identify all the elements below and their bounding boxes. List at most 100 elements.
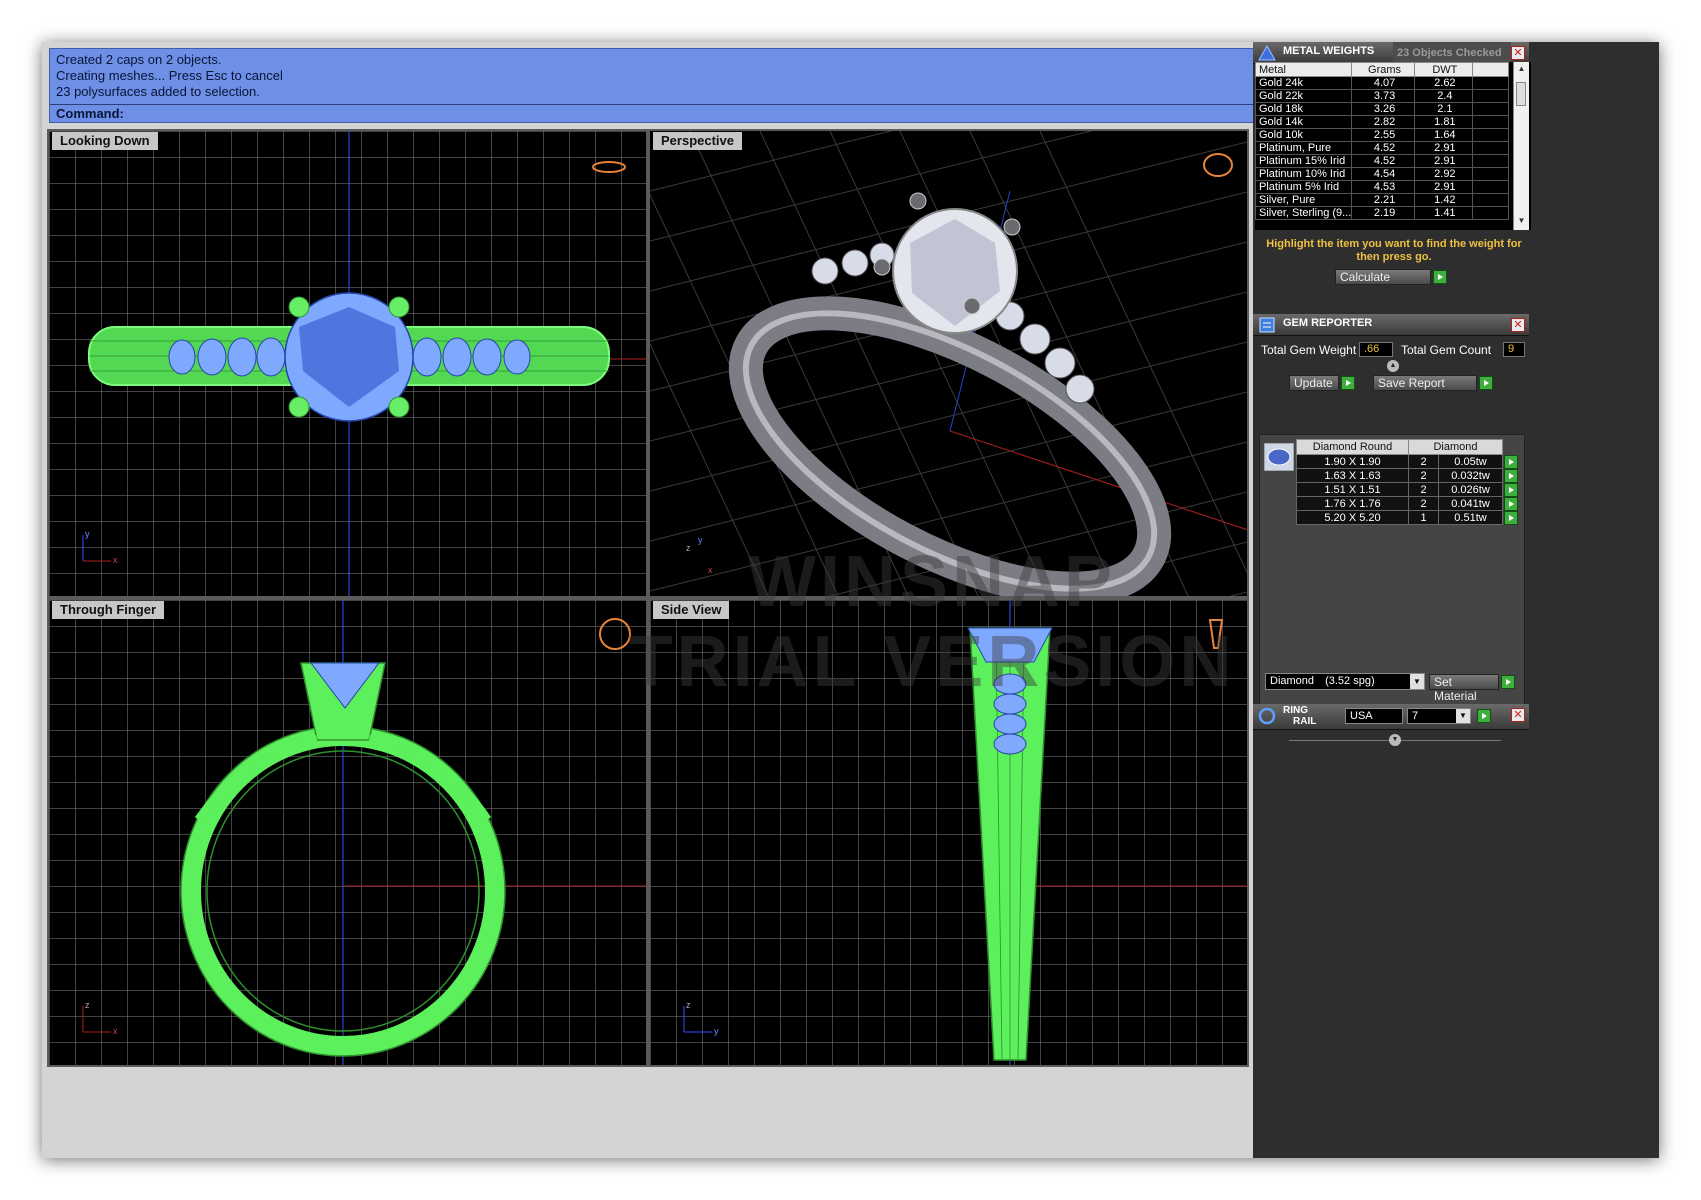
gem-size-cell: 5.20 X 5.20	[1296, 510, 1409, 525]
column-header-spacer	[1503, 440, 1519, 455]
axis-label: z	[686, 1000, 691, 1010]
region-value: USA	[1350, 710, 1373, 722]
grams-cell: 2.55	[1351, 128, 1415, 142]
gem-row-go-button[interactable]	[1504, 454, 1518, 469]
command-label: Command:	[56, 106, 124, 121]
scroll-thumb[interactable]	[1516, 82, 1526, 106]
panel-title: RING RAIL	[1283, 705, 1316, 727]
gem-row[interactable]: 1.51 X 1.51 2 0.026tw	[1296, 482, 1519, 497]
update-go-button[interactable]	[1341, 376, 1355, 390]
viewport-title: Side View	[653, 601, 730, 619]
save-report-go-button[interactable]	[1479, 376, 1493, 390]
gem-row[interactable]: 1.63 X 1.63 2 0.032tw	[1296, 468, 1519, 483]
command-area: Created 2 caps on 2 objects. Creating me…	[49, 48, 1410, 123]
scroll-down-icon[interactable]: ▼	[1514, 216, 1529, 225]
empty-cell	[1471, 115, 1510, 129]
application-window: Created 2 caps on 2 objects. Creating me…	[42, 42, 1659, 1158]
history-line: 23 polysurfaces added to selection.	[56, 84, 260, 99]
size-select[interactable]: 7 ▼	[1407, 708, 1471, 724]
gem-report-icon	[1259, 317, 1275, 333]
set-material-button[interactable]: Set Material	[1429, 674, 1499, 703]
gem-count-cell: 1	[1408, 510, 1439, 525]
gem-go-cell	[1503, 468, 1519, 483]
close-icon[interactable]: ✕	[1511, 708, 1525, 722]
collapse-icon[interactable]: ▲	[1387, 360, 1399, 372]
axis-label: y	[714, 1026, 719, 1036]
metal-weights-table-box: Metal Grams DWT Gold 24k 4.07 2.62 Gold 22…	[1255, 62, 1531, 230]
viewport-through-finger[interactable]: Through Finger z x	[47, 598, 648, 1067]
calculate-go-button[interactable]	[1433, 270, 1447, 284]
grams-cell: 2.82	[1351, 115, 1415, 129]
gem-weight-cell: 0.041tw	[1438, 496, 1503, 511]
dwt-cell: 1.42	[1413, 193, 1473, 207]
grams-cell: 4.07	[1351, 76, 1415, 90]
gem-row[interactable]: 5.20 X 5.20 1 0.51tw	[1296, 510, 1519, 525]
axis-label: z	[85, 1000, 90, 1010]
table-row[interactable]: Silver, Sterling (9... 2.19 1.41	[1255, 206, 1510, 220]
grams-cell: 4.53	[1351, 180, 1415, 194]
command-history: Created 2 caps on 2 objects. Creating me…	[56, 52, 1376, 100]
close-icon[interactable]: ✕	[1511, 318, 1525, 332]
axis-label: x	[708, 565, 713, 575]
chevron-down-icon[interactable]: ▼	[1410, 674, 1424, 689]
region-select[interactable]: USA	[1345, 708, 1403, 724]
ring-rail-title-line2: RAIL	[1293, 716, 1317, 727]
gem-row[interactable]: 1.76 X 1.76 2 0.041tw	[1296, 496, 1519, 511]
table-row[interactable]: Silver, Pure 2.21 1.42	[1255, 193, 1510, 207]
viewport-side-view[interactable]: Side View z y	[648, 598, 1249, 1067]
save-report-button[interactable]: Save Report	[1373, 375, 1477, 391]
axis-label: z	[686, 543, 691, 553]
empty-cell	[1471, 89, 1510, 103]
expand-icon[interactable]: ▼	[1389, 734, 1401, 746]
table-row[interactable]: Platinum 15% Irid 4.52 2.91	[1255, 154, 1510, 168]
material-select[interactable]: Diamond (3.52 spg) ▼	[1265, 673, 1425, 690]
viewport-perspective[interactable]: Perspective z y x	[648, 129, 1249, 598]
gem-weight-cell: 0.51tw	[1438, 510, 1503, 525]
total-gem-weight-label: Total Gem Weight	[1261, 343, 1357, 357]
metal-cell: Platinum 10% Irid	[1255, 167, 1353, 181]
dwt-cell: 2.91	[1413, 141, 1473, 155]
metal-weights-scrollbar[interactable]: ▲ ▼	[1513, 62, 1529, 230]
gem-reporter-header: GEM REPORTER ✕	[1253, 314, 1529, 336]
table-row[interactable]: Gold 14k 2.82 1.81	[1255, 115, 1510, 129]
metal-cell: Gold 10k	[1255, 128, 1353, 142]
update-button[interactable]: Update	[1289, 375, 1339, 391]
gem-row-go-button[interactable]	[1504, 482, 1518, 497]
column-header: Diamond Round	[1296, 439, 1409, 455]
metal-cell: Platinum 15% Irid	[1255, 154, 1353, 168]
gem-row-go-button[interactable]	[1504, 468, 1518, 483]
close-icon[interactable]: ✕	[1511, 46, 1525, 60]
gem-go-cell	[1503, 510, 1519, 525]
gem-row[interactable]: 1.90 X 1.90 2 0.05tw	[1296, 454, 1519, 469]
table-row[interactable]: Platinum 5% Irid 4.53 2.91	[1255, 180, 1510, 194]
ring-rail-go-button[interactable]	[1477, 709, 1491, 723]
viewport-looking-down[interactable]: Looking Down y x	[47, 129, 648, 598]
table-row[interactable]: Gold 18k 3.26 2.1	[1255, 102, 1510, 116]
command-line[interactable]: Command: ⇕ ◂ ▸	[50, 104, 1410, 123]
set-material-go-button[interactable]	[1501, 675, 1515, 689]
gem-row-go-button[interactable]	[1504, 510, 1518, 525]
chevron-down-icon[interactable]: ▼	[1456, 709, 1470, 723]
grams-cell: 3.26	[1351, 102, 1415, 116]
gem-weight-cell: 0.026tw	[1438, 482, 1503, 497]
table-row[interactable]: Gold 24k 4.07 2.62	[1255, 76, 1510, 90]
perspective-scene	[650, 131, 1247, 596]
gem-table: Diamond Round Diamond 1.90 X 1.90 2 0.05tw…	[1296, 439, 1519, 525]
calculate-dropdown[interactable]: Calculate	[1335, 269, 1431, 285]
empty-cell	[1471, 206, 1510, 220]
table-row[interactable]: Gold 22k 3.73 2.4	[1255, 89, 1510, 103]
instruction-note: Highlight the item you want to find the …	[1266, 238, 1522, 263]
ring-rail-title-line1: RING	[1283, 705, 1308, 716]
gem-row-go-button[interactable]	[1504, 496, 1518, 511]
metal-cell: Silver, Pure	[1255, 193, 1353, 207]
table-row[interactable]: Gold 10k 2.55 1.64	[1255, 128, 1510, 142]
dwt-cell: 2.91	[1413, 154, 1473, 168]
table-row[interactable]: Platinum 10% Irid 4.54 2.92	[1255, 167, 1510, 181]
dwt-cell: 1.64	[1413, 128, 1473, 142]
gem-weight-cell: 0.05tw	[1438, 454, 1503, 469]
table-row[interactable]: Platinum, Pure 4.52 2.91	[1255, 141, 1510, 155]
total-gem-weight-value: .66	[1359, 342, 1393, 357]
total-gem-count-value: 9	[1503, 342, 1525, 357]
scroll-up-icon[interactable]: ▲	[1514, 64, 1529, 73]
dwt-cell: 2.62	[1413, 76, 1473, 90]
